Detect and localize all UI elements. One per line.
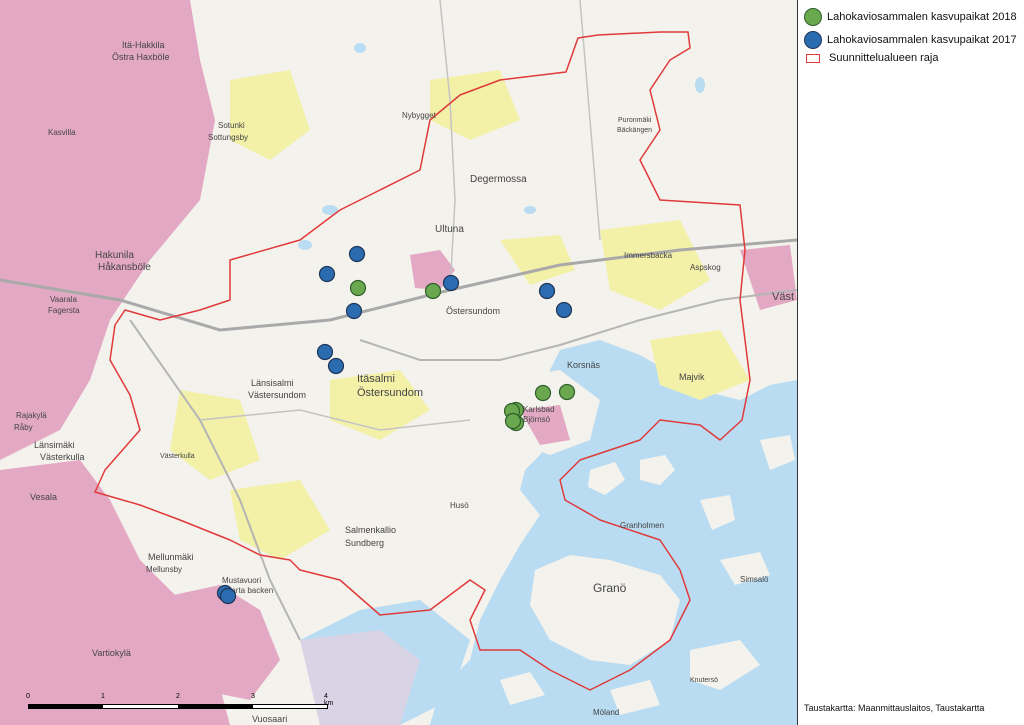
place-label: Bäckängen [617,127,652,134]
place-label: Ultuna [435,224,464,235]
base-map: Itä-Hakkila Östra Haxböle Kasvilla Sotunki S… [0,0,797,725]
place-label: Korsnäs [567,360,601,370]
legend-item-2017: Lahokaviosammalen kasvupaikat 2017 [804,31,1017,49]
legend-panel: Lahokaviosammalen kasvupaikat 2018 Lahok… [797,0,1024,725]
road [439,0,456,291]
place-label: Sundberg [345,538,384,548]
place-label: Östra Haxböle [112,52,170,62]
place-label: Håkansböle [98,261,151,273]
place-label: Sotunki [218,121,245,130]
map-canvas[interactable]: Itä-Hakkila Östra Haxböle Kasvilla Sotunki S… [0,0,797,725]
scale-label: 2 [176,693,180,700]
place-label: Mellunmäki [148,552,194,562]
site-2018-marker[interactable] [534,384,552,402]
site-2018-marker[interactable] [424,282,442,300]
scale-label: 4 km [324,693,334,707]
place-label: Mellunsby [146,565,182,574]
scale-bar: 0 1 2 3 4 km [26,693,333,713]
place-label: Degermossa [470,174,527,185]
site-2017-marker[interactable] [316,343,334,361]
legend-item-2018: Lahokaviosammalen kasvupaikat 2018 [804,8,1017,26]
place-label: Mustavuori [222,576,261,585]
place-label: Karlsbad [523,405,555,414]
field [430,70,520,140]
scale-label: 3 [251,693,255,700]
field [230,70,310,160]
place-label: Hakunila [95,250,134,261]
site-2018-marker[interactable] [349,279,367,297]
place-label: Immersbacka [624,251,673,260]
legend-item-boundary: Suunnittelualueen raja [804,52,938,64]
place-label: Vartiokylä [92,648,131,658]
place-label: Västersundom [248,390,306,400]
lake [524,206,536,214]
place-label: Östersundom [357,387,423,399]
field [170,390,260,480]
place-label: Salmenkallio [345,525,396,535]
legend-label: Lahokaviosammalen kasvupaikat 2017 [827,34,1017,46]
place-label: Granholmen [620,521,664,530]
site-2017-marker[interactable] [318,265,336,283]
place-label: Husö [450,501,469,510]
place-label: Fagersta [48,306,80,315]
site-2017-marker[interactable] [442,274,460,292]
site-2017-marker[interactable] [348,245,366,263]
place-label: Sottungsby [208,133,248,142]
lake [298,240,312,250]
place-label: Rajakylä [16,411,47,420]
place-label: Majvik [679,372,705,382]
place-label: Puronmäki [618,117,652,124]
red-outline-icon [806,53,820,63]
place-label: Möland [593,708,619,717]
place-label: Råby [14,423,33,432]
place-label: Länsisalmi [251,378,294,388]
map-credit: Taustakartta: Maanmittauslaitos, Taustak… [804,703,985,713]
site-2017-marker[interactable] [555,301,573,319]
place-label: Björnsö [523,415,551,424]
place-label: Simsalö [740,575,769,584]
site-2017-marker[interactable] [538,282,556,300]
green-circle-icon [804,8,822,26]
place-label: Nybygget [402,111,437,120]
place-label: Vuosaari [252,714,287,724]
site-2018-marker[interactable] [558,383,576,401]
place-label: Östersundom [446,306,500,316]
blue-circle-icon [804,31,822,49]
place-label: Västerkulla [40,452,85,462]
place-label: Vaarala [50,295,78,304]
lake [695,77,705,93]
peninsula [450,460,520,530]
place-label: Kasvilla [48,128,76,137]
legend-label: Lahokaviosammalen kasvupaikat 2018 [827,11,1017,23]
lake [354,43,366,53]
site-2018-marker[interactable] [504,412,522,430]
place-label: Granö [593,581,627,595]
place-label: Västerkulla [160,453,195,460]
scale-label: 1 [101,693,105,700]
place-label: Väst [772,291,794,303]
place-label: Aspskog [690,263,721,272]
scale-label: 0 [26,693,30,700]
site-2017-marker[interactable] [327,357,345,375]
place-label: Knutersö [690,677,718,684]
place-label: Itäsalmi [357,373,395,385]
site-2017-marker[interactable] [345,302,363,320]
legend-label: Suunnittelualueen raja [829,52,939,64]
place-label: Vesala [30,492,57,502]
site-2017-marker[interactable] [219,587,237,605]
place-label: Itä-Hakkila [122,40,165,50]
place-label: Länsimäki [34,440,75,450]
